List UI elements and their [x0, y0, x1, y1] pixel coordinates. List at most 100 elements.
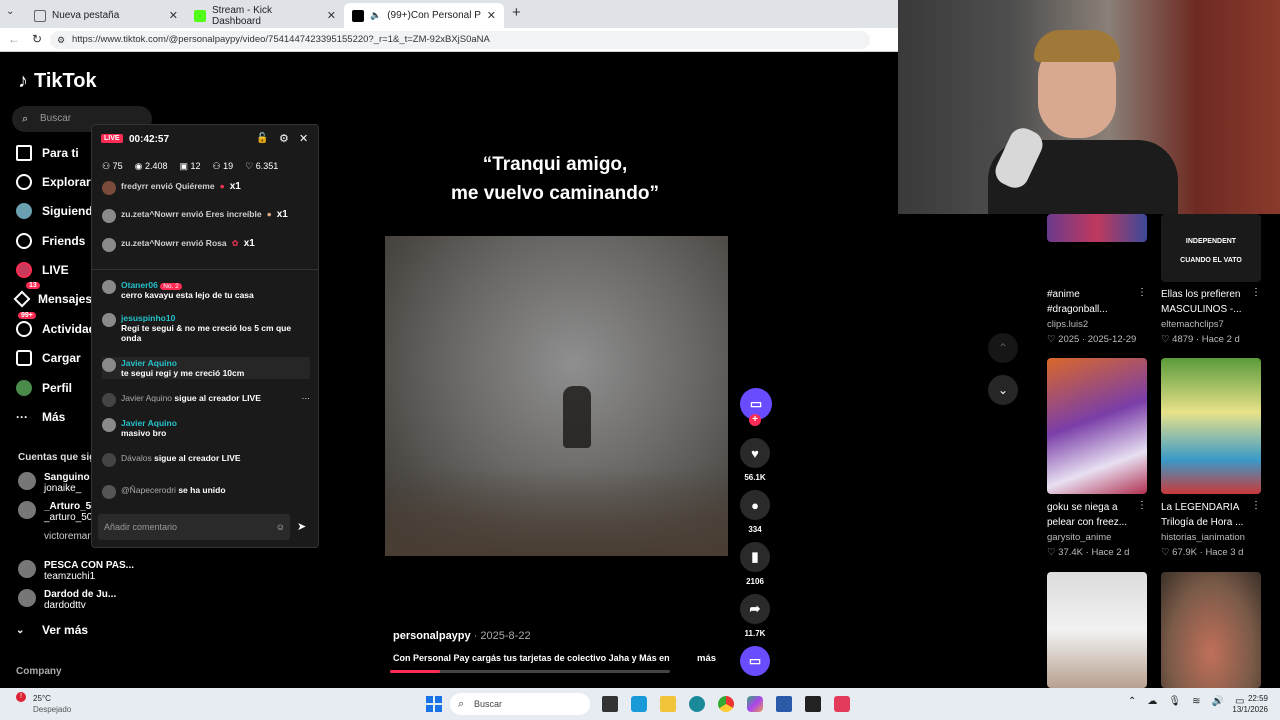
video-progress-bar[interactable]: [390, 670, 670, 673]
settings-icon[interactable]: ⚙: [279, 132, 289, 145]
likes-stat: ♡ 6.351: [245, 161, 279, 171]
video-player[interactable]: [385, 236, 728, 556]
author-name[interactable]: personalpaypy: [393, 630, 471, 642]
start-button[interactable]: [426, 696, 442, 712]
rec-thumbnail[interactable]: [1047, 358, 1147, 494]
next-video-button[interactable]: ⌄: [988, 375, 1018, 405]
comment-input[interactable]: Añadir comentario ☺: [98, 514, 290, 540]
task-view-icon[interactable]: [602, 696, 618, 712]
avatar: [102, 313, 116, 327]
speaker-icon[interactable]: 🔈: [370, 10, 381, 21]
following-account[interactable]: PESCA CON PAS... teamzuchi1: [18, 560, 134, 582]
account-name: Dardod de Ju...: [44, 589, 117, 600]
more-options-icon[interactable]: ···: [302, 393, 311, 403]
chrome-icon[interactable]: [718, 696, 734, 712]
tiktok-logo[interactable]: ♪ TikTok: [18, 70, 97, 93]
tab-new-tab[interactable]: Nueva pestaña ✕: [26, 3, 186, 28]
tab-list-chevron-icon[interactable]: ⌄: [6, 6, 14, 17]
gift-item: zu.zeta^Nowrr envió Rosa ✿ x1: [102, 238, 310, 252]
weather-widget[interactable]: ! 25°C Despejado: [16, 692, 72, 715]
following-account[interactable]: Sanguino jonaike_: [18, 472, 90, 494]
comment-icon: ●: [740, 490, 770, 520]
rec-card[interactable]: goku se niega a pelear con freez... gary…: [1047, 500, 1147, 560]
edge-icon[interactable]: [689, 696, 705, 712]
wifi-icon[interactable]: ≋: [1192, 696, 1200, 707]
address-bar-row: ← ↻ ⚙ https://www.tiktok.com/@personalpa…: [0, 28, 898, 52]
clock-date: 13/1/2026: [1232, 705, 1268, 714]
close-tab-icon[interactable]: ✕: [487, 9, 496, 22]
back-icon[interactable]: ←: [8, 32, 20, 46]
rec-more-icon[interactable]: ⋮: [1251, 500, 1261, 511]
tiktok-favicon-icon: [352, 9, 364, 22]
new-tab-button[interactable]: +: [512, 4, 521, 21]
app-icon[interactable]: [776, 696, 792, 712]
friends-icon: [16, 233, 32, 249]
send-icon[interactable]: ➤: [297, 520, 306, 533]
company-link[interactable]: Company: [16, 666, 62, 677]
person-icon: [102, 453, 116, 467]
rec-more-icon[interactable]: ⋮: [1251, 287, 1261, 298]
store-icon[interactable]: [631, 696, 647, 712]
like-button[interactable]: ♥ 56.1K: [740, 438, 770, 482]
rec-stats: ♡ 4879 · Hace 2 d: [1161, 334, 1240, 345]
nav-label: Perfil: [42, 381, 73, 395]
tray-chevron-icon[interactable]: ⌃: [1128, 696, 1136, 707]
caption-more-button[interactable]: más: [697, 653, 716, 664]
cloud-icon[interactable]: ☁: [1147, 696, 1157, 707]
rec-title: Ellas los prefieren MASCULINOS -...: [1161, 289, 1242, 315]
account-handle: teamzuchi1: [44, 571, 96, 582]
rec-more-icon[interactable]: ⋮: [1137, 500, 1147, 511]
tab-tiktok-active[interactable]: 🔈 (99+)Con Personal Pay cargás ✕: [344, 3, 504, 28]
live-timer: 00:42:57: [129, 134, 170, 145]
close-icon[interactable]: ✕: [299, 132, 308, 145]
tab-kick-dashboard[interactable]: Stream - Kick Dashboard ✕: [186, 3, 344, 28]
tiktok-app-icon[interactable]: [834, 696, 850, 712]
rec-card[interactable]: La LEGENDARIA Trilogía de Hora ... histo…: [1161, 500, 1261, 560]
save-button[interactable]: ▮ 2106: [740, 542, 770, 586]
clock[interactable]: 22:59 13/1/2026: [1222, 693, 1268, 715]
rec-thumbnail[interactable]: [1047, 214, 1147, 242]
close-tab-icon[interactable]: ✕: [169, 9, 178, 22]
mic-icon[interactable]: 🎙: [1168, 696, 1181, 707]
tiktok-note-icon: ♪: [18, 70, 28, 92]
avatar: [102, 209, 116, 223]
rec-thumbnail[interactable]: [1161, 358, 1261, 494]
rec-more-icon[interactable]: ⋮: [1137, 287, 1147, 298]
tab-title: (99+)Con Personal Pay cargás: [387, 10, 481, 21]
following-icon: [16, 203, 32, 219]
see-more-button[interactable]: ⌄ Ver más: [16, 619, 106, 641]
sound-avatar-button[interactable]: ▭: [740, 646, 770, 676]
follow-plus-icon[interactable]: +: [749, 414, 761, 426]
lock-icon[interactable]: 🔓: [256, 133, 268, 144]
quote-line-2: me vuelvo caminando”: [450, 183, 659, 204]
rec-card[interactable]: #anime #dragonball... clips.luis2 ♡ 2025…: [1047, 287, 1147, 347]
rec-thumbnail[interactable]: [1047, 572, 1147, 688]
creator-avatar-button[interactable]: ▭ +: [740, 388, 772, 426]
rec-card[interactable]: Ellas los prefieren MASCULINOS -... elte…: [1161, 287, 1261, 347]
rec-thumbnail[interactable]: [1161, 572, 1261, 688]
weather-desc: Despejado: [33, 705, 72, 714]
tiktok-wordmark: TikTok: [34, 70, 97, 92]
taskbar-apps: [602, 696, 850, 712]
url-field[interactable]: ⚙ https://www.tiktok.com/@personalpaypy/…: [50, 31, 870, 49]
previous-video-button[interactable]: ⌃: [988, 333, 1018, 363]
following-account[interactable]: _Arturo_50 _arturo_50: [18, 501, 97, 523]
taskbar-search[interactable]: ⌕ Buscar: [450, 693, 590, 715]
comment-button[interactable]: ● 334: [740, 490, 770, 534]
profile-icon: [16, 380, 32, 396]
following-account[interactable]: Dardod de Ju... dardodttv: [18, 589, 116, 611]
rec-thumbnail[interactable]: INDEPENDENT CUANDO EL VATO: [1161, 214, 1261, 282]
site-info-icon[interactable]: ⚙: [57, 31, 65, 49]
reload-icon[interactable]: ↻: [32, 32, 42, 46]
activity-badge: 99+: [18, 312, 36, 319]
share-button[interactable]: ➦ 11.7K: [740, 594, 770, 638]
close-tab-icon[interactable]: ✕: [327, 9, 336, 22]
bookmark-icon: ▮: [740, 542, 770, 572]
obs-icon[interactable]: [805, 696, 821, 712]
emoji-icon[interactable]: ☺: [276, 514, 285, 540]
file-explorer-icon[interactable]: [660, 696, 676, 712]
nav-label: Friends: [42, 234, 86, 248]
copilot-icon[interactable]: [747, 696, 763, 712]
nav-label: Para ti: [42, 146, 79, 160]
video-quote: “Tranqui amigo, me vuelvo caminando”: [420, 150, 690, 208]
